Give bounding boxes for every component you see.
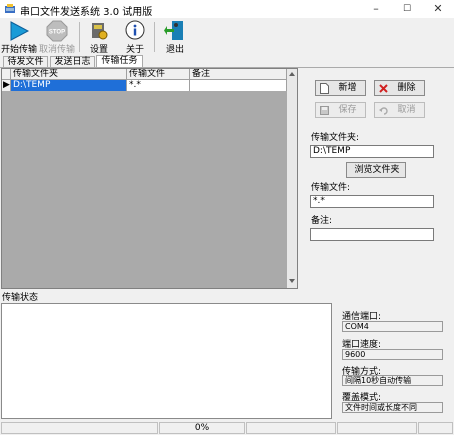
toolbar-separator [154, 22, 155, 52]
svg-text:STOP: STOP [49, 30, 65, 36]
progress-text: 0% [159, 422, 245, 434]
toolbar: 开始传输 STOP 取消传输 设置 关于 退出 [0, 18, 454, 56]
scroll-down-arrow-icon[interactable] [289, 279, 295, 283]
folder-label: 传输文件夹: [311, 133, 360, 143]
start-transfer-button[interactable]: 开始传输 [1, 19, 37, 55]
port-value: COM4 [342, 321, 443, 332]
column-header-folder[interactable]: 传输文件夹 [11, 69, 127, 80]
mode-value: 间隔10秒自动传输 [342, 375, 443, 386]
column-header-file[interactable]: 传输文件 [127, 69, 190, 80]
window-title: 串口文件发送系统 3.0 试用版 [20, 7, 153, 18]
exit-door-icon [164, 21, 183, 40]
status-cell-3 [337, 422, 417, 434]
transfer-status-header: 传输状态 [2, 293, 39, 303]
undo-icon [379, 107, 388, 115]
maximize-button[interactable]: ☐ [396, 0, 418, 18]
play-icon [10, 21, 30, 41]
delete-button[interactable]: 删除 [374, 80, 425, 96]
settings-icon [92, 23, 108, 40]
file-label: 传输文件: [311, 183, 351, 193]
toolbar-separator [79, 22, 80, 52]
status-cell-message [1, 422, 158, 434]
delete-x-icon [379, 84, 388, 93]
title-bar: 串口文件发送系统 3.0 试用版 – ☐ ✕ [0, 0, 454, 18]
scroll-up-arrow-icon[interactable] [289, 72, 295, 76]
grid-empty-area [2, 69, 287, 288]
note-label: 备注: [311, 216, 333, 226]
settings-button[interactable]: 设置 [84, 19, 114, 55]
add-button[interactable]: 新增 [315, 80, 366, 96]
info-icon [125, 20, 145, 40]
minimize-button[interactable]: – [365, 0, 387, 18]
new-document-icon [320, 83, 329, 94]
folder-field[interactable]: D:\TEMP [310, 145, 434, 158]
transfer-log-area[interactable] [1, 303, 332, 419]
status-cell-2 [246, 422, 336, 434]
table-row-note-cell[interactable] [190, 80, 287, 91]
close-button[interactable]: ✕ [427, 0, 449, 18]
status-bar: 0% [0, 420, 454, 435]
grid-vertical-scrollbar[interactable] [287, 69, 297, 288]
save-button[interactable]: 保存 [315, 102, 366, 118]
status-cell-4 [418, 422, 453, 434]
stop-icon: STOP [46, 20, 68, 42]
overwrite-value: 文件时间或长度不同 [342, 402, 443, 413]
row-indicator-icon: ▶ [2, 80, 11, 91]
exit-button[interactable]: 退出 [160, 19, 190, 55]
app-icon [5, 4, 15, 13]
cancel-button[interactable]: 取消 [374, 102, 425, 118]
cancel-transfer-button[interactable]: STOP 取消传输 [38, 19, 76, 55]
table-row-file-cell[interactable]: *.* [127, 80, 190, 91]
browse-folder-button[interactable]: 浏览文件夹 [346, 162, 406, 178]
speed-value: 9600 [342, 349, 443, 360]
column-header-note[interactable]: 备注 [190, 69, 287, 80]
table-row-folder-cell[interactable]: D:\TEMP [11, 80, 127, 91]
note-field[interactable] [310, 228, 434, 241]
file-field[interactable]: *.* [310, 195, 434, 208]
grid-corner [2, 69, 11, 80]
save-disk-icon [320, 106, 329, 115]
about-button[interactable]: 关于 [120, 19, 150, 55]
